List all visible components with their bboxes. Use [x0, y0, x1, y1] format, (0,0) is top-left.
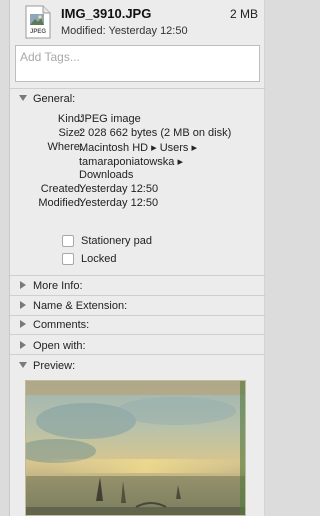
disclosure-closed-icon [20, 341, 26, 349]
jpeg-file-icon: JPEG [25, 5, 51, 39]
section-general-label: General: [33, 93, 76, 105]
file-name: IMG_3910.JPG [61, 6, 152, 21]
file-size: 2 MB [229, 7, 258, 21]
section-general[interactable]: General: [10, 90, 266, 109]
preview-painting [26, 381, 245, 515]
divider [10, 88, 266, 89]
divider [10, 295, 266, 296]
file-header: JPEG IMG_3910.JPG 2 MB Modified: Yesterd… [10, 0, 266, 46]
section-more-info-label: More Info: [33, 280, 83, 292]
where-label: Where: [47, 141, 83, 153]
tags-placeholder: Add Tags... [20, 50, 80, 64]
disclosure-open-icon [19, 95, 27, 101]
tags-input[interactable]: Add Tags... [15, 45, 260, 82]
disclosure-open-icon [19, 362, 27, 368]
where-value-line-2: tamaraponiatowska ▸ [79, 156, 183, 168]
info-panel: JPEG IMG_3910.JPG 2 MB Modified: Yesterd… [9, 0, 266, 516]
section-name-extension[interactable]: Name & Extension: [10, 297, 266, 316]
section-name-extension-label: Name & Extension: [33, 300, 128, 312]
modified-value: Yesterday 12:50 [79, 197, 159, 209]
kind-value: JPEG image [79, 113, 141, 125]
stationery-pad-label: Stationery pad [81, 235, 152, 247]
locked-checkbox[interactable] [62, 253, 74, 265]
section-preview-label: Preview: [33, 360, 76, 372]
file-icon-label: JPEG [30, 29, 46, 35]
section-more-info[interactable]: More Info: [10, 277, 266, 296]
stationery-pad-checkbox[interactable] [62, 235, 74, 247]
image-preview [25, 380, 246, 516]
disclosure-closed-icon [20, 301, 26, 309]
size-value: 2 028 662 bytes (2 MB on disk) [79, 127, 232, 139]
section-comments-label: Comments: [33, 319, 90, 331]
divider [10, 334, 266, 335]
file-modified: Modified: Yesterday 12:50 [61, 25, 188, 37]
modified-label: Modified: [38, 197, 83, 209]
section-open-with-label: Open with: [33, 340, 86, 352]
disclosure-closed-icon [20, 281, 26, 289]
scrollbar-track[interactable] [264, 0, 265, 516]
created-value: Yesterday 12:50 [79, 183, 159, 195]
divider [10, 354, 266, 355]
disclosure-closed-icon [20, 320, 26, 328]
locked-label: Locked [81, 253, 117, 265]
where-value-line-3: Downloads [79, 169, 134, 181]
divider [10, 275, 266, 276]
created-label: Created: [40, 183, 83, 195]
section-preview[interactable]: Preview: [10, 357, 266, 376]
section-comments[interactable]: Comments: [10, 316, 266, 335]
where-value-line-1: Macintosh HD ▸ Users ▸ [79, 142, 198, 154]
